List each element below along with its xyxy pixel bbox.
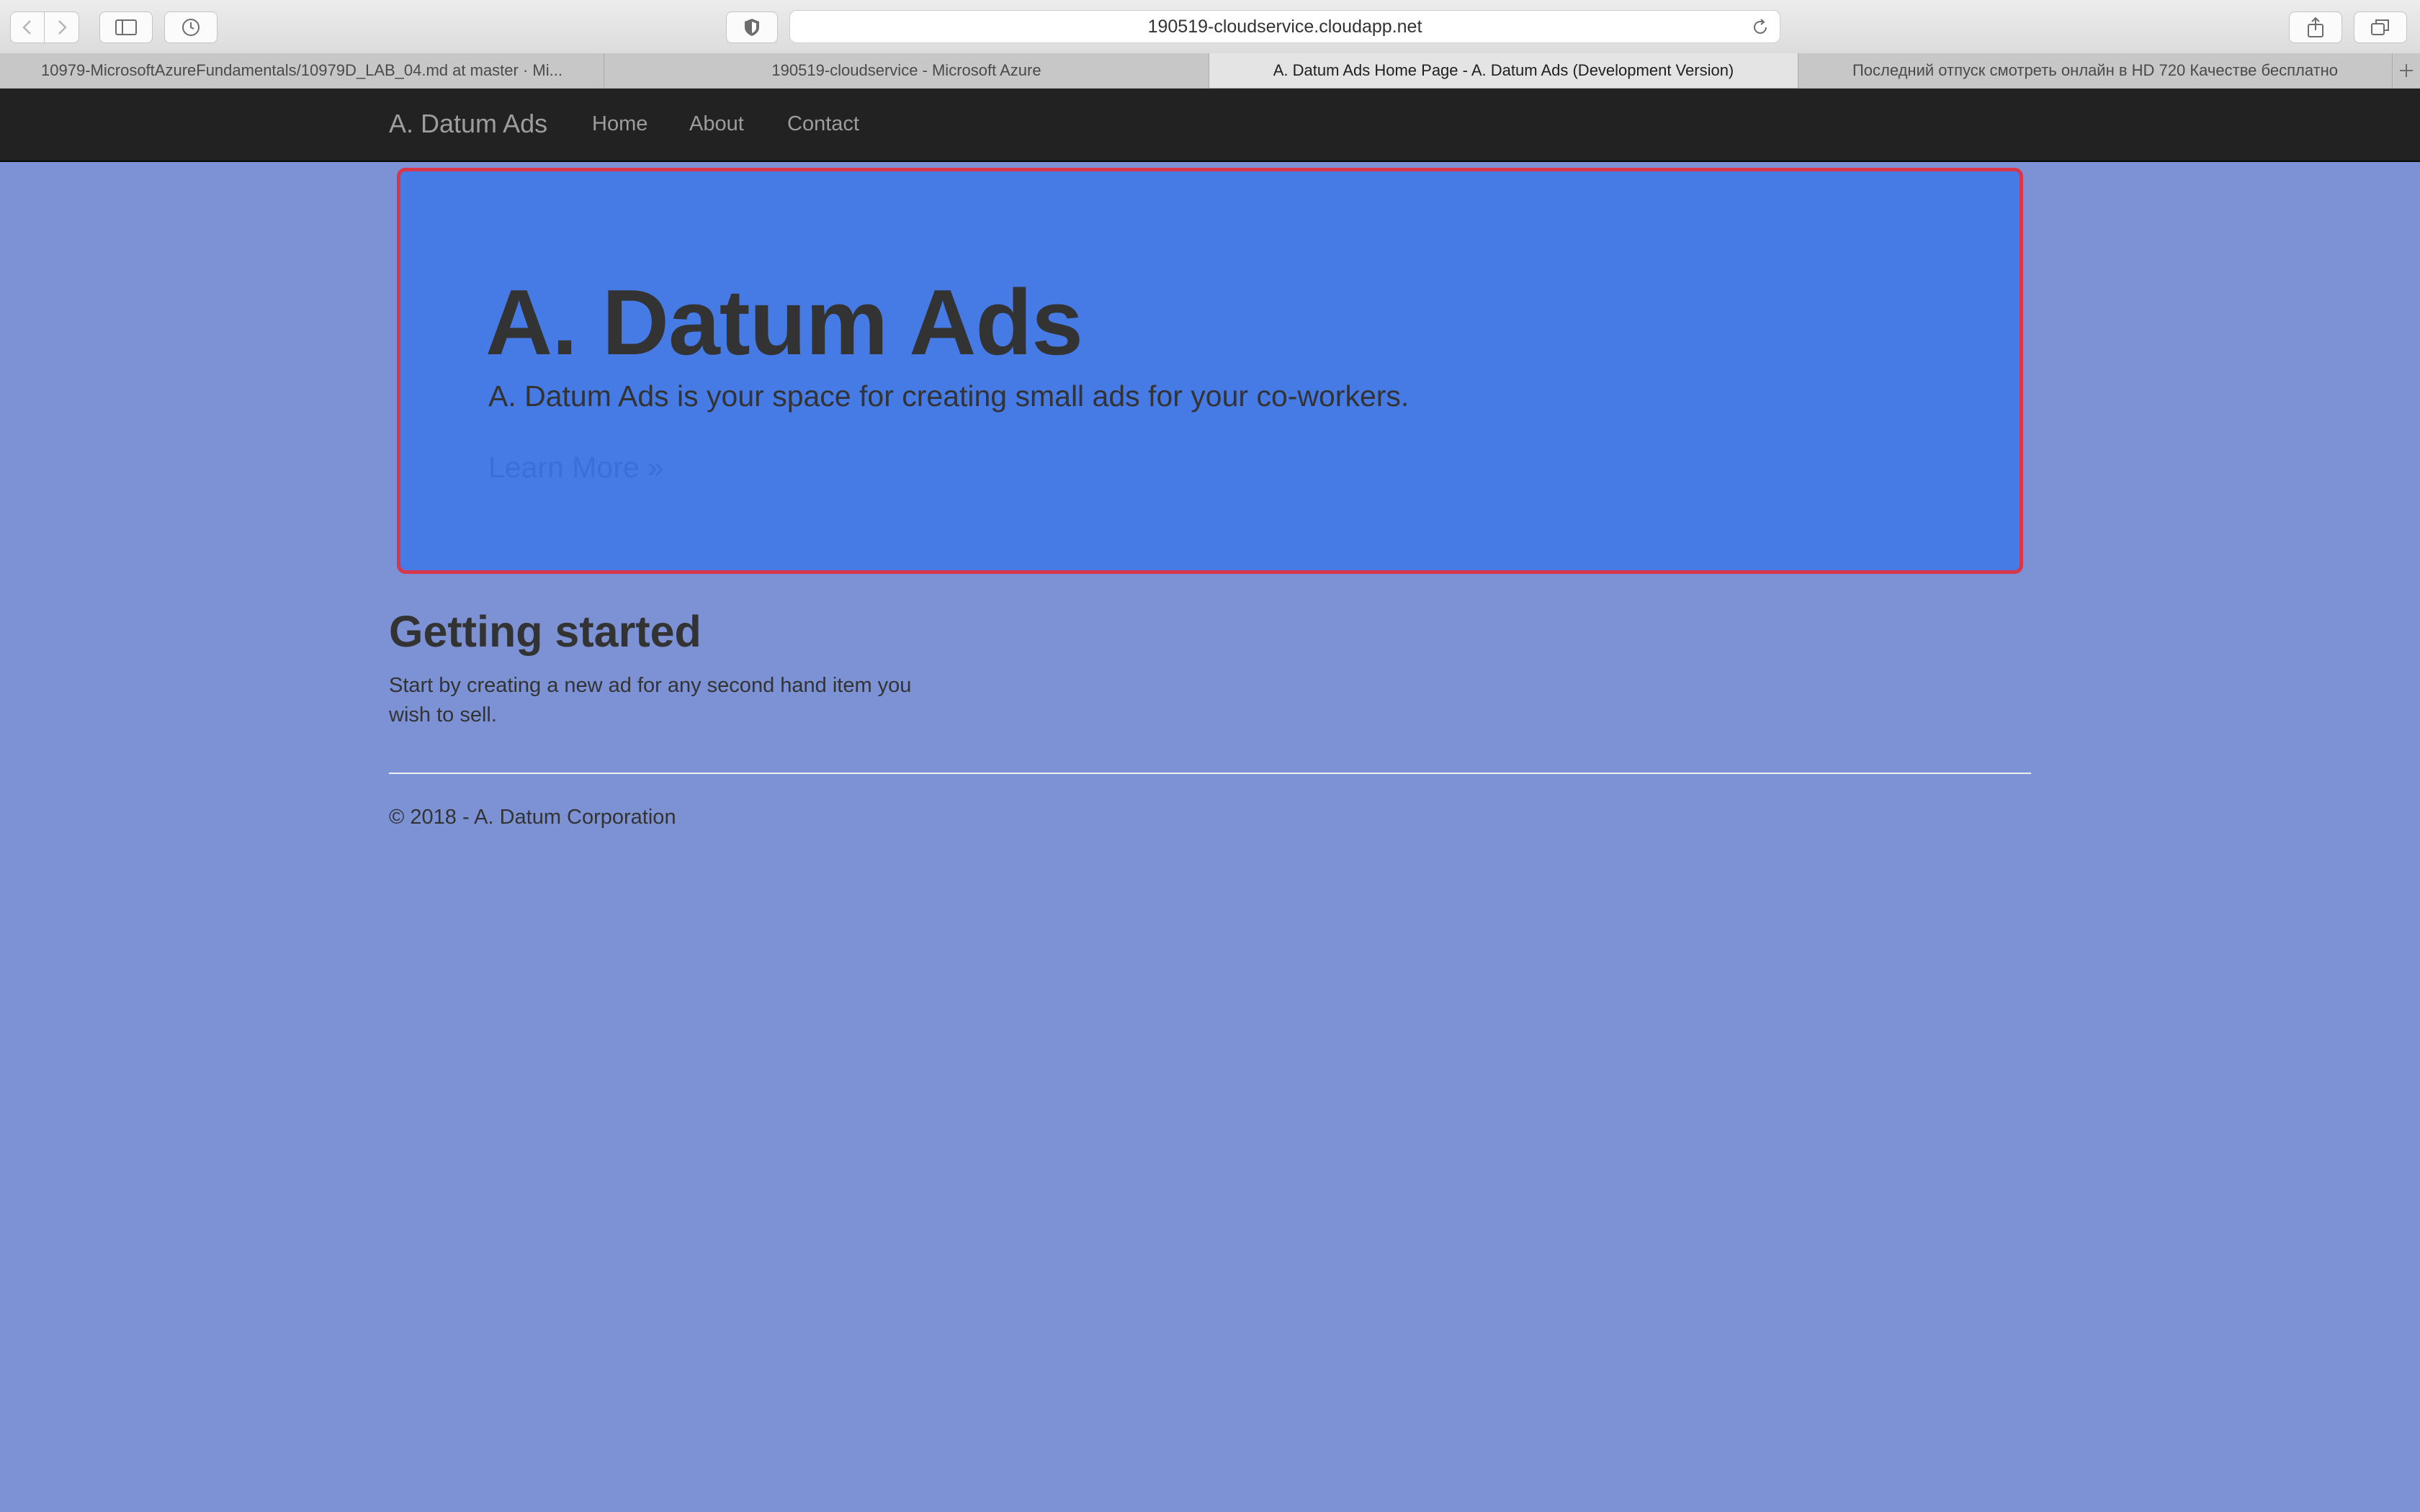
- history-button[interactable]: [164, 12, 218, 43]
- nav-contact-link[interactable]: Contact: [787, 112, 859, 136]
- getting-started-title: Getting started: [389, 607, 702, 656]
- sidebar-icon: [115, 19, 137, 35]
- sidebar-button[interactable]: [99, 12, 153, 43]
- privacy-button[interactable]: [726, 12, 778, 43]
- jumbotron-lead: A. Datum Ads is your space for creating …: [488, 379, 1410, 413]
- tab-bar: 10979-MicrosoftAzureFundamentals/10979D_…: [0, 53, 2420, 89]
- new-tab-button[interactable]: [2393, 53, 2420, 88]
- clock-icon: [182, 19, 200, 36]
- footer-divider: [389, 773, 2031, 774]
- shield-icon: [745, 19, 759, 36]
- jumbotron-title: A. Datum Ads: [485, 271, 1083, 374]
- forward-button[interactable]: [45, 12, 79, 43]
- footer-copyright: © 2018 - A. Datum Corporation: [389, 806, 676, 829]
- share-button[interactable]: [2289, 12, 2342, 43]
- browser-toolbar: 190519-cloudservice.cloudapp.net: [0, 0, 2420, 54]
- chevron-right-icon: [58, 20, 67, 35]
- tab-label: Последний отпуск смотреть онлайн в HD 72…: [1852, 61, 2339, 79]
- tabs-overview-button[interactable]: [2354, 12, 2407, 43]
- jumbotron: A. Datum Ads A. Datum Ads is your space …: [397, 168, 2023, 574]
- learn-more-link[interactable]: Learn More »: [488, 451, 664, 485]
- brand-link[interactable]: A. Datum Ads: [389, 109, 547, 139]
- nav-about-link[interactable]: About: [689, 112, 744, 136]
- share-icon: [2308, 17, 2323, 37]
- tab-movie[interactable]: Последний отпуск смотреть онлайн в HD 72…: [1798, 53, 2393, 88]
- tab-label: A. Datum Ads Home Page - A. Datum Ads (D…: [1273, 61, 1734, 79]
- tabs-overview-icon: [2371, 19, 2389, 35]
- getting-started-text: Start by creating a new ad for any secon…: [389, 674, 912, 726]
- tab-label: 190519-cloudservice - Microsoft Azure: [771, 61, 1041, 79]
- address-bar[interactable]: 190519-cloudservice.cloudapp.net: [789, 10, 1780, 43]
- nav-home-link[interactable]: Home: [592, 112, 647, 136]
- back-button[interactable]: [10, 12, 45, 43]
- tab-datum-ads-active[interactable]: A. Datum Ads Home Page - A. Datum Ads (D…: [1209, 53, 1798, 88]
- tab-azure-portal[interactable]: 190519-cloudservice - Microsoft Azure: [604, 53, 1209, 88]
- chevron-left-icon: [22, 20, 31, 35]
- tab-github-lab[interactable]: 10979-MicrosoftAzureFundamentals/10979D_…: [0, 53, 604, 88]
- site-navbar: A. Datum Ads Home About Contact: [0, 89, 2420, 162]
- tab-label: 10979-MicrosoftAzureFundamentals/10979D_…: [41, 61, 563, 79]
- url-text: 190519-cloudservice.cloudapp.net: [1147, 16, 1422, 37]
- plus-icon: [2400, 64, 2413, 77]
- reload-icon[interactable]: [1751, 18, 1770, 37]
